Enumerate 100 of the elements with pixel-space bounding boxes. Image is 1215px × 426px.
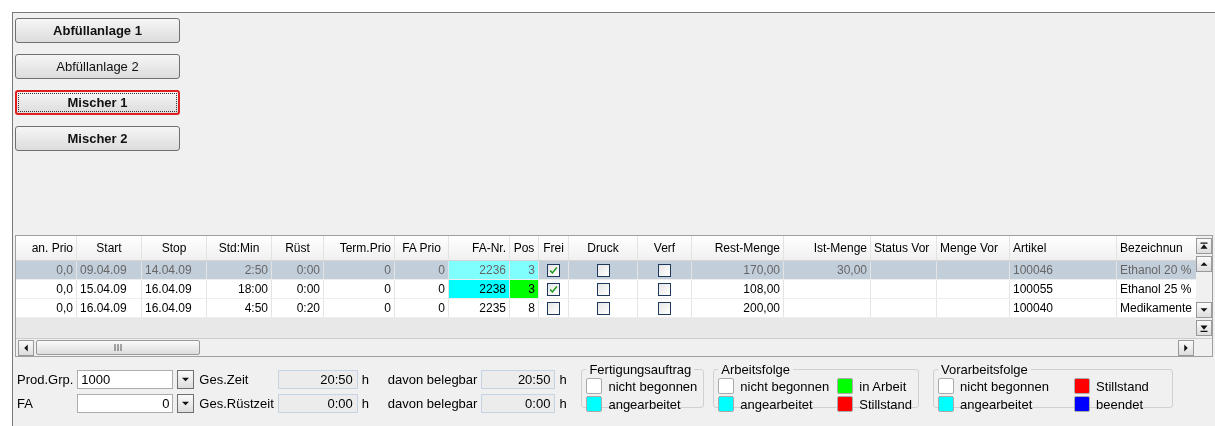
table-cell: 108,00: [692, 280, 784, 298]
column-header[interactable]: an. Prio: [16, 236, 77, 260]
field-label: Ges.Zeit: [199, 371, 250, 387]
table-cell: 0,0: [16, 261, 77, 279]
table-row[interactable]: 0,0 09.04.09 14.04.09 2:50 0:00 0 0 2236 3 170,00 30,00 100046 Ethanol 20 %: [16, 261, 1196, 280]
scroll-left-button[interactable]: [18, 339, 34, 356]
column-header[interactable]: Druck: [569, 236, 638, 260]
legend-label: angearbeitet: [608, 396, 681, 412]
unit-label: h: [559, 371, 568, 387]
checkbox[interactable]: [596, 301, 610, 315]
column-header[interactable]: Rüst: [272, 236, 324, 260]
table-cell: 0,0: [16, 280, 77, 298]
scroll-up-button[interactable]: [1196, 256, 1212, 272]
column-header[interactable]: Stop: [142, 236, 207, 260]
legend-label: angearbeitet: [740, 396, 813, 412]
table-cell: 0:20: [272, 299, 324, 317]
column-header[interactable]: Frei: [539, 236, 569, 260]
table-cell: 18:00: [207, 280, 272, 298]
table-cell: 30,00: [784, 261, 871, 279]
checkbox[interactable]: [596, 282, 610, 296]
legend-label: beendet: [1096, 396, 1144, 412]
column-header[interactable]: Std:Min: [207, 236, 272, 260]
table-cell: 0:00: [272, 280, 324, 298]
table-cell: 3: [510, 280, 539, 298]
time-field: 0:00: [277, 393, 358, 413]
table-cell: 16.04.09: [77, 299, 142, 317]
input-field[interactable]: 0: [77, 393, 174, 413]
machine-button[interactable]: Abfüllanlage 2: [15, 54, 180, 79]
checkbox[interactable]: [596, 263, 610, 277]
field-label: FA: [17, 395, 34, 411]
scrollbar-thumb[interactable]: [36, 340, 200, 356]
legend-label: Stillstand: [1096, 378, 1149, 394]
table-cell: 3: [510, 261, 539, 279]
legend-label: in Arbeit: [859, 378, 907, 394]
table-cell: 4:50: [207, 299, 272, 317]
table-cell: 2238: [449, 280, 510, 298]
legend-title: Arbeitsfolge: [720, 362, 791, 377]
table-cell: 16.04.09: [142, 280, 207, 298]
table-cell: 2235: [449, 299, 510, 317]
table-cell: 0: [324, 280, 395, 298]
scroll-right-button[interactable]: [1178, 339, 1194, 356]
field-label: Ges.Rüstzeit: [199, 395, 274, 411]
column-header[interactable]: Status Vor: [871, 236, 937, 260]
legend-title: Fertigungsauftrag: [588, 362, 693, 377]
table-cell: 170,00: [692, 261, 784, 279]
dropdown-button[interactable]: [177, 393, 195, 413]
time-field: 20:50: [481, 369, 556, 389]
column-header[interactable]: Start: [77, 236, 142, 260]
column-header[interactable]: FA Prio: [395, 236, 449, 260]
legend-label: Stillstand: [859, 396, 912, 412]
time-field: 20:50: [277, 369, 358, 389]
column-header[interactable]: Menge Vor: [937, 236, 1010, 260]
scroll-up-button[interactable]: [1196, 238, 1212, 254]
table-cell: 100040: [1010, 299, 1117, 317]
scroll-down-button[interactable]: [1196, 302, 1212, 319]
input-field[interactable]: 1000: [77, 369, 174, 389]
field-label: Prod.Grp.: [17, 371, 74, 387]
column-header[interactable]: Term.Prio: [324, 236, 395, 260]
table-row[interactable]: 0,0 15.04.09 16.04.09 18:00 0:00 0 0 2238 3 108,00 100055 Ethanol 25 %: [16, 280, 1196, 299]
table-cell: 0: [395, 299, 449, 317]
table-cell: 0,0: [16, 299, 77, 317]
time-field: 0:00: [481, 393, 556, 413]
machine-button[interactable]: Mischer 1: [15, 90, 180, 115]
legend-label: angearbeitet: [960, 396, 1033, 412]
unit-label: h: [361, 395, 370, 411]
checkbox[interactable]: [547, 263, 560, 277]
column-header[interactable]: Pos: [510, 236, 539, 260]
dropdown-button[interactable]: [177, 369, 195, 389]
legend-label: nicht begonnen: [960, 378, 1049, 394]
table-cell: 2236: [449, 261, 510, 279]
column-header[interactable]: Verf: [638, 236, 692, 260]
table-cell: 09.04.09: [77, 261, 142, 279]
column-header[interactable]: Ist-Menge: [784, 236, 871, 260]
table-cell: 100055: [1010, 280, 1117, 298]
machine-button[interactable]: Abfüllanlage 1: [15, 18, 180, 43]
field-label: davon belegbar: [386, 395, 478, 411]
table-cell: 0: [324, 261, 395, 279]
legend-label: nicht begonnen: [608, 378, 698, 394]
checkbox[interactable]: [658, 282, 671, 296]
table-cell: 15.04.09: [77, 280, 142, 298]
table-cell: 200,00: [692, 299, 784, 317]
machine-button[interactable]: Mischer 2: [15, 126, 180, 151]
table-cell: 16.04.09: [142, 299, 207, 317]
column-header[interactable]: Artikel: [1010, 236, 1117, 260]
table-cell: 14.04.09: [142, 261, 207, 279]
legend-title: Vorarbeitsfolge: [940, 362, 1029, 377]
table-cell: 0: [324, 299, 395, 317]
legend-label: nicht begonnen: [740, 378, 830, 394]
checkbox[interactable]: [547, 301, 560, 315]
column-header[interactable]: Rest-Menge: [692, 236, 784, 260]
table-row[interactable]: 0,0 16.04.09 16.04.09 4:50 0:20 0 0 2235 8 200,00 100040 Medikamente: [16, 299, 1196, 318]
table-cell: 2:50: [207, 261, 272, 279]
checkbox[interactable]: [658, 301, 671, 315]
checkbox[interactable]: [547, 282, 560, 296]
scroll-down-button[interactable]: [1196, 320, 1212, 337]
checkbox[interactable]: [658, 263, 671, 277]
field-label: davon belegbar: [386, 371, 478, 387]
unit-label: h: [361, 371, 370, 387]
table-cell: 0:00: [272, 261, 324, 279]
column-header[interactable]: FA-Nr.: [449, 236, 510, 260]
